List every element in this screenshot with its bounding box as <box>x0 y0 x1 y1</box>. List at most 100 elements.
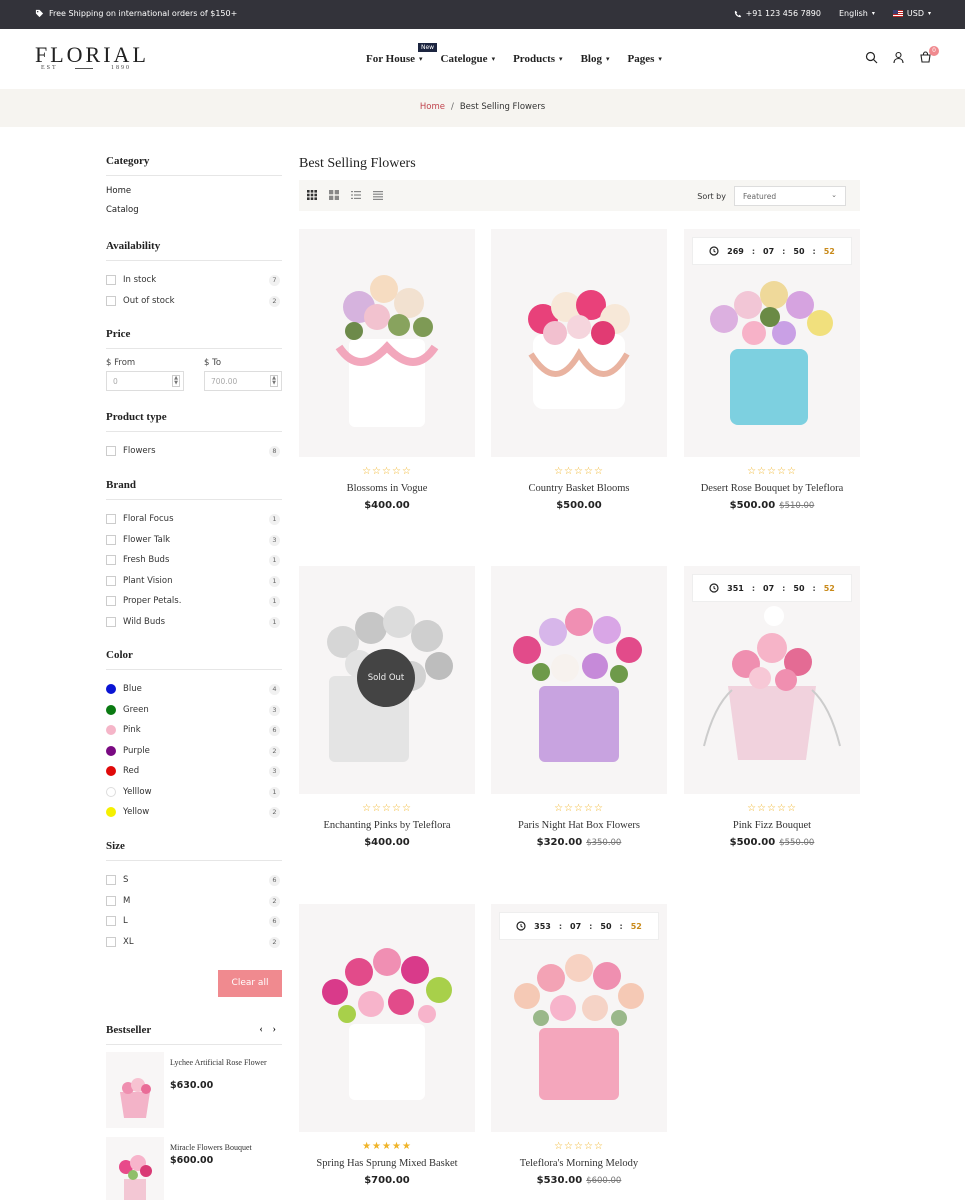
brand-option[interactable]: Flower Talk 3 <box>106 530 282 551</box>
site-logo[interactable]: FLORIAL EST 1890 <box>35 44 146 72</box>
brand-option[interactable]: Proper Petals. 1 <box>106 591 282 612</box>
grid-4-view-icon[interactable] <box>307 190 317 200</box>
product-name[interactable]: Pink Fizz Bouquet <box>684 820 860 831</box>
product-card[interactable]: ☆☆☆☆☆ Blossoms in Vogue $400.00 <box>299 229 475 511</box>
color-swatch[interactable] <box>106 704 116 715</box>
product-name[interactable]: Paris Night Hat Box Flowers <box>491 820 667 831</box>
checkbox[interactable] <box>106 295 116 306</box>
color-option-purple[interactable]: Purple 2 <box>106 741 282 762</box>
product-card[interactable]: ☆☆☆☆☆ Paris Night Hat Box Flowers $320.0… <box>491 566 667 848</box>
product-name[interactable]: Desert Rose Bouquet by Teleflora <box>684 483 860 494</box>
checkbox[interactable] <box>106 446 116 457</box>
language-selector[interactable]: English ▾ <box>839 9 875 18</box>
size-option-l[interactable]: L6 <box>106 911 282 932</box>
brand-option[interactable]: Fresh Buds 1 <box>106 550 282 571</box>
product-name[interactable]: Blossoms in Vogue <box>299 483 475 494</box>
cart-icon[interactable]: 0 <box>919 46 939 64</box>
size-option-xl[interactable]: XL 2 <box>106 932 282 953</box>
availability-option-in-stock[interactable]: In stock 7 <box>106 270 282 291</box>
product-card[interactable]: ★★★★★ Spring Has Sprung Mixed Basket $70… <box>299 904 475 1186</box>
color-swatch[interactable] <box>106 745 116 756</box>
color-option-yelllow[interactable]: Yelllow 1 <box>106 782 282 803</box>
product-image[interactable] <box>299 904 475 1132</box>
bestseller-thumbnail[interactable] <box>106 1137 164 1200</box>
nav-item-blog[interactable]: Blog ▾ <box>581 53 610 65</box>
color-option-blue[interactable]: Blue 4 <box>106 679 282 700</box>
nav-item-pages[interactable]: Pages ▾ <box>627 53 661 65</box>
checkbox[interactable] <box>106 616 116 627</box>
product-image[interactable] <box>491 229 667 457</box>
phone-link[interactable]: +91 123 456 7890 <box>734 9 821 18</box>
color-swatch[interactable] <box>106 786 116 797</box>
bestseller-name[interactable]: Lychee Artificial Rose Flower <box>170 1058 270 1068</box>
brand-option[interactable]: Wild Buds 1 <box>106 612 282 633</box>
checkbox[interactable] <box>106 555 116 566</box>
size-option-m[interactable]: M2 <box>106 891 282 912</box>
product-name[interactable]: Country Basket Blooms <box>491 483 667 494</box>
product-name[interactable]: Teleflora's Morning Melody <box>491 1158 667 1169</box>
product-image[interactable]: Sold Out <box>299 566 475 794</box>
grid-2-view-icon[interactable] <box>329 190 339 200</box>
color-swatch[interactable] <box>106 766 116 777</box>
price-to-input[interactable]: 700.00 ▲ ▼ <box>204 371 282 391</box>
product-image[interactable] <box>299 229 475 457</box>
color-option-pink[interactable]: Pink 6 <box>106 720 282 741</box>
bestseller-name[interactable]: Miracle Flowers Bouquet <box>170 1143 270 1153</box>
nav-item-catelogue[interactable]: Catelogue ▾ <box>441 53 496 65</box>
product-image[interactable] <box>491 566 667 794</box>
category-link-catalog[interactable]: Catalog <box>106 204 282 223</box>
checkbox[interactable] <box>106 596 116 607</box>
chevron-right-icon[interactable]: › <box>273 1024 276 1035</box>
nav-item-for-house[interactable]: For House ▾ New <box>366 43 438 65</box>
product-card[interactable]: 353: 07: 50: 52 ☆☆☆☆☆ Teleflora's Mornin… <box>491 904 667 1186</box>
color-option-yellow[interactable]: Yellow 2 <box>106 802 282 823</box>
checkbox[interactable] <box>106 916 116 927</box>
stepper-icon[interactable]: ▲ ▼ <box>172 375 180 387</box>
currency-selector[interactable]: USD ▾ <box>892 9 931 18</box>
product-card[interactable]: ☆☆☆☆☆ Country Basket Blooms $500.00 <box>491 229 667 511</box>
checkbox[interactable] <box>106 275 116 286</box>
product-name[interactable]: Spring Has Sprung Mixed Basket <box>299 1158 475 1169</box>
product-image[interactable]: 353: 07: 50: 52 <box>491 904 667 1132</box>
color-option-red[interactable]: Red 3 <box>106 761 282 782</box>
nav-item-products[interactable]: Products ▾ <box>513 53 562 65</box>
stepper-icon[interactable]: ▲ ▼ <box>270 375 278 387</box>
product-type-option-flowers[interactable]: Flowers 8 <box>106 441 282 462</box>
product-name[interactable]: Enchanting Pinks by Teleflora <box>299 820 475 831</box>
color-swatch[interactable] <box>106 807 116 818</box>
list-view-icon[interactable] <box>351 190 361 200</box>
color-swatch[interactable] <box>106 684 116 695</box>
breadcrumb-home-link[interactable]: Home <box>420 102 445 112</box>
product-card[interactable]: Sold Out ☆☆☆☆☆ Enchanting Pinks by Telef… <box>299 566 475 848</box>
sort-select[interactable]: Featured ⌄ <box>734 186 846 206</box>
checkbox[interactable] <box>106 575 116 586</box>
color-swatch[interactable] <box>106 725 116 736</box>
size-option-s[interactable]: S6 <box>106 870 282 891</box>
chevron-left-icon[interactable]: ‹ <box>259 1024 262 1035</box>
clear-all-button[interactable]: Clear all <box>218 970 282 997</box>
bestseller-thumbnail[interactable] <box>106 1052 164 1128</box>
option-label: Wild Buds <box>123 616 166 627</box>
checkbox[interactable] <box>106 875 116 886</box>
checkbox[interactable] <box>106 514 116 525</box>
bestseller-item[interactable]: Miracle Flowers Bouquet $600.00 <box>106 1137 282 1200</box>
checkbox[interactable] <box>106 895 116 906</box>
account-icon[interactable] <box>892 51 905 64</box>
checkbox[interactable] <box>106 534 116 545</box>
availability-option-out-of-stock[interactable]: Out of stock 2 <box>106 291 282 312</box>
color-option-green[interactable]: Green 3 <box>106 700 282 721</box>
nav-label: Products <box>513 53 556 65</box>
count-badge: 2 <box>269 895 280 907</box>
brand-option[interactable]: Plant Vision 1 <box>106 571 282 592</box>
bestseller-item[interactable]: Lychee Artificial Rose Flower $630.00 <box>106 1052 282 1128</box>
product-image[interactable]: 351: 07: 50: 52 <box>684 566 860 794</box>
product-card[interactable]: 269: 07: 50: 52 ☆☆☆☆☆ Desert Rose Bouque… <box>684 229 860 511</box>
product-image[interactable]: 269: 07: 50: 52 <box>684 229 860 457</box>
search-icon[interactable] <box>865 51 878 64</box>
checkbox[interactable] <box>106 936 116 947</box>
product-card[interactable]: 351: 07: 50: 52 ☆☆☆☆☆ Pink Fizz Bouquet … <box>684 566 860 848</box>
compact-list-view-icon[interactable] <box>373 190 383 200</box>
brand-option[interactable]: Floral Focus 1 <box>106 509 282 530</box>
price-from-input[interactable]: 0 ▲ ▼ <box>106 371 184 391</box>
category-link-home[interactable]: Home <box>106 185 282 204</box>
